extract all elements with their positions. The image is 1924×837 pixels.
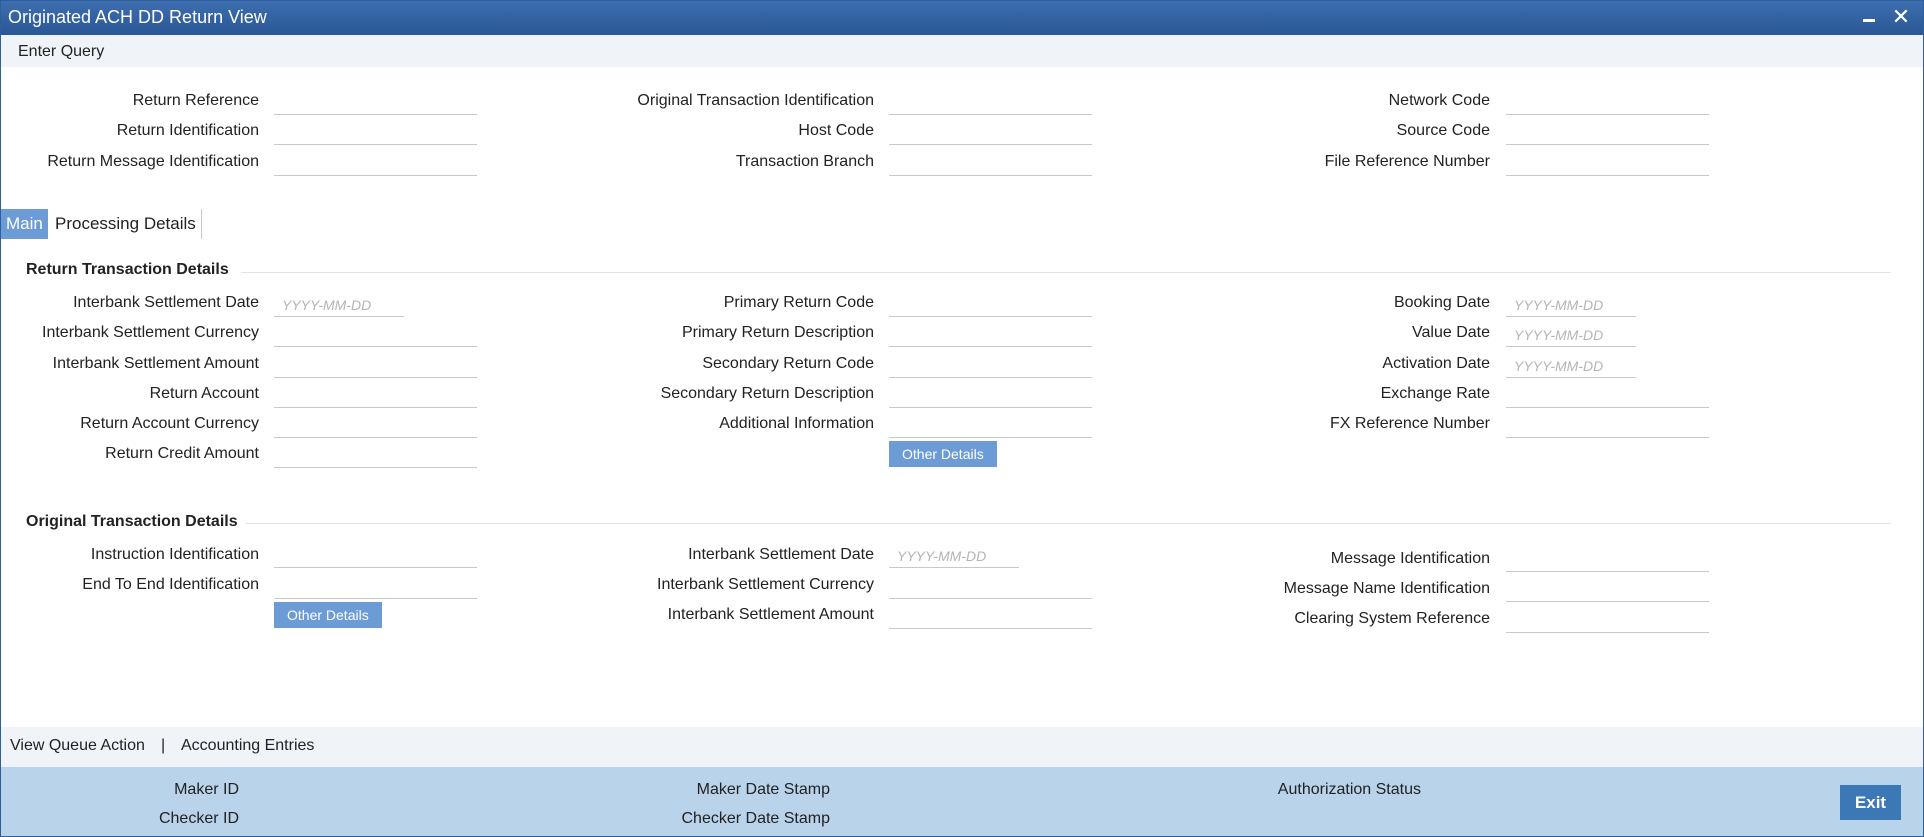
- interbank-settlement-currency-label: Interbank Settlement Currency: [42, 324, 259, 341]
- return-reference-input[interactable]: [274, 91, 477, 115]
- additional-information-input[interactable]: [889, 414, 1092, 438]
- activation-date-label: Activation Date: [1382, 355, 1490, 372]
- maker-id-label: Maker ID: [174, 781, 239, 798]
- secondary-return-description-label: Secondary Return Description: [660, 385, 874, 402]
- value-date-input[interactable]: [1506, 323, 1636, 347]
- additional-information-label: Additional Information: [719, 415, 874, 432]
- secondary-return-description-input[interactable]: [889, 384, 1092, 408]
- network-code-input[interactable]: [1506, 91, 1709, 115]
- checker-date-stamp-label: Checker Date Stamp: [681, 810, 830, 827]
- original-interbank-settlement-currency-label: Interbank Settlement Currency: [657, 576, 874, 593]
- booking-date-input[interactable]: [1506, 293, 1636, 317]
- return-transaction-details-title: Return Transaction Details: [26, 261, 229, 278]
- interbank-settlement-date-label: Interbank Settlement Date: [73, 294, 259, 311]
- instruction-identification-input[interactable]: [274, 544, 477, 568]
- return-account-input[interactable]: [274, 384, 477, 408]
- fx-reference-number-label: FX Reference Number: [1329, 415, 1490, 432]
- interbank-settlement-amount-input[interactable]: [274, 354, 477, 378]
- message-name-identification-input[interactable]: [1506, 578, 1709, 602]
- source-code-label: Source Code: [1396, 122, 1490, 139]
- primary-return-description-input[interactable]: [889, 323, 1092, 347]
- network-code-label: Network Code: [1388, 92, 1490, 109]
- return-message-identification-input[interactable]: [274, 152, 477, 176]
- message-identification-label: Message Identification: [1330, 550, 1490, 567]
- maker-date-stamp-label: Maker Date Stamp: [696, 781, 830, 798]
- value-date-label: Value Date: [1412, 324, 1490, 341]
- return-other-details-button[interactable]: Other Details: [889, 441, 997, 467]
- original-other-details-button[interactable]: Other Details: [274, 602, 382, 628]
- file-reference-number-label: File Reference Number: [1324, 153, 1490, 170]
- interbank-settlement-currency-input[interactable]: [274, 323, 477, 347]
- original-transaction-identification-label: Original Transaction Identification: [637, 92, 874, 109]
- original-interbank-settlement-amount-input[interactable]: [889, 605, 1092, 629]
- return-credit-amount-label: Return Credit Amount: [105, 445, 259, 462]
- audit-footer: Maker ID Checker ID Maker Date Stamp Che…: [1, 767, 1923, 836]
- activation-date-input[interactable]: [1506, 354, 1636, 378]
- original-transaction-identification-input[interactable]: [889, 91, 1092, 115]
- fx-reference-number-input[interactable]: [1506, 414, 1709, 438]
- window-title: Originated ACH DD Return View: [8, 7, 267, 27]
- return-credit-amount-input[interactable]: [274, 444, 477, 468]
- primary-return-code-input[interactable]: [889, 293, 1092, 317]
- tab-divider: [201, 209, 202, 239]
- tab-processing-details[interactable]: Processing Details: [50, 209, 201, 239]
- toolbar: Enter Query: [1, 35, 1923, 67]
- transaction-branch-label: Transaction Branch: [735, 153, 874, 170]
- authorization-status-label: Authorization Status: [1277, 781, 1421, 798]
- tab-main[interactable]: Main: [1, 209, 48, 239]
- return-reference-label: Return Reference: [132, 92, 259, 109]
- original-transaction-details-title: Original Transaction Details: [26, 513, 238, 530]
- accounting-entries-link[interactable]: Accounting Entries: [181, 737, 314, 755]
- return-account-currency-input[interactable]: [274, 414, 477, 438]
- source-code-input[interactable]: [1506, 121, 1709, 145]
- exit-button[interactable]: Exit: [1840, 785, 1901, 820]
- checker-id-label: Checker ID: [158, 810, 239, 827]
- file-reference-number-input[interactable]: [1506, 152, 1709, 176]
- host-code-label: Host Code: [798, 122, 874, 139]
- return-identification-label: Return Identification: [116, 122, 259, 139]
- primary-return-code-label: Primary Return Code: [723, 294, 874, 311]
- link-separator: |: [161, 737, 166, 754]
- interbank-settlement-amount-label: Interbank Settlement Amount: [52, 355, 259, 372]
- original-interbank-settlement-currency-input[interactable]: [889, 575, 1092, 599]
- clearing-system-reference-label: Clearing System Reference: [1294, 610, 1490, 627]
- instruction-identification-label: Instruction Identification: [90, 546, 259, 563]
- return-identification-input[interactable]: [274, 121, 477, 145]
- return-account-currency-label: Return Account Currency: [80, 415, 259, 432]
- original-interbank-settlement-date-input[interactable]: [889, 544, 1019, 568]
- window: Originated ACH DD Return View ✕ Enter Qu…: [0, 0, 1924, 837]
- secondary-return-code-input[interactable]: [889, 354, 1092, 378]
- secondary-return-code-label: Secondary Return Code: [702, 355, 874, 372]
- original-interbank-settlement-amount-label: Interbank Settlement Amount: [667, 606, 874, 623]
- return-message-identification-label: Return Message Identification: [47, 153, 259, 170]
- message-name-identification-label: Message Name Identification: [1283, 580, 1490, 597]
- return-account-label: Return Account: [149, 385, 259, 402]
- view-queue-action-link[interactable]: View Queue Action: [10, 737, 145, 755]
- booking-date-label: Booking Date: [1393, 294, 1490, 311]
- clearing-system-reference-input[interactable]: [1506, 609, 1709, 633]
- exchange-rate-input[interactable]: [1506, 384, 1709, 408]
- primary-return-description-label: Primary Return Description: [681, 324, 874, 341]
- section-divider: [246, 523, 1891, 524]
- end-to-end-identification-label: End To End Identification: [82, 576, 259, 593]
- close-icon[interactable]: ✕: [1889, 5, 1913, 29]
- transaction-branch-input[interactable]: [889, 152, 1092, 176]
- original-interbank-settlement-date-label: Interbank Settlement Date: [688, 546, 874, 563]
- interbank-settlement-date-input[interactable]: [274, 293, 404, 317]
- message-identification-input[interactable]: [1506, 548, 1709, 572]
- end-to-end-identification-input[interactable]: [274, 575, 477, 599]
- title-bar: Originated ACH DD Return View ✕: [1, 1, 1923, 35]
- minimize-icon[interactable]: [1857, 5, 1881, 29]
- section-divider: [241, 272, 1891, 273]
- exchange-rate-label: Exchange Rate: [1380, 385, 1490, 402]
- host-code-input[interactable]: [889, 121, 1092, 145]
- enter-query-button[interactable]: Enter Query: [18, 43, 104, 61]
- action-link-bar: View Queue Action | Accounting Entries: [1, 727, 1923, 767]
